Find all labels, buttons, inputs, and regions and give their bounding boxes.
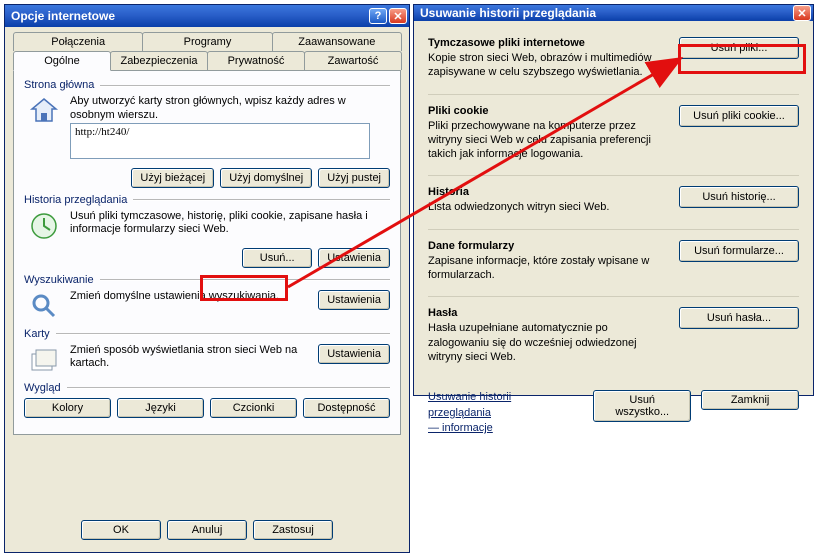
tabs-settings-button[interactable]: Ustawienia: [318, 344, 390, 364]
history-settings-button[interactable]: Ustawienia: [318, 248, 390, 268]
home-address-input[interactable]: [70, 123, 370, 159]
use-current-button[interactable]: Użyj bieżącej: [131, 168, 214, 188]
close-dialog-button[interactable]: Zamknij: [701, 390, 799, 410]
close-button[interactable]: ✕: [389, 8, 407, 24]
form-data-heading: Dane formularzy: [428, 240, 667, 252]
general-tab-panel: Strona główna Aby utworzyć karty stron g…: [13, 70, 401, 435]
history-desc: Usuń pliki tymczasowe, historię, pliki c…: [70, 210, 390, 242]
delete-history-button[interactable]: Usuń historię...: [679, 186, 799, 208]
home-icon: [28, 95, 60, 127]
tab-privacy[interactable]: Prywatność: [207, 51, 305, 70]
appearance-group-label: Wygląd: [24, 382, 61, 394]
tab-security[interactable]: Zabezpieczenia: [110, 51, 208, 70]
temp-files-desc: Kopie stron sieci Web, obrazów i multime…: [428, 51, 667, 80]
help-button[interactable]: ?: [369, 8, 387, 24]
tabs-desc: Zmień sposób wyświetlania stron sieci We…: [70, 344, 308, 376]
search-icon: [28, 290, 60, 322]
about-link-2[interactable]: — informacje: [428, 422, 493, 434]
history-delete-button[interactable]: Usuń...: [242, 248, 312, 268]
passwords-desc: Hasła uzupełniane automatycznie po zalog…: [428, 321, 667, 364]
delete-history-title: Usuwanie historii przeglądania: [420, 6, 791, 20]
accessibility-button[interactable]: Dostępność: [303, 398, 390, 418]
delete-history-dialog: Usuwanie historii przeglądania ✕ Tymczas…: [413, 4, 814, 396]
fonts-button[interactable]: Czcionki: [210, 398, 297, 418]
delete-cookies-button[interactable]: Usuń pliki cookie...: [679, 105, 799, 127]
history-heading: Historia: [428, 186, 667, 198]
search-settings-button[interactable]: Ustawienia: [318, 290, 390, 310]
tab-programs[interactable]: Programy: [142, 32, 272, 51]
temp-files-heading: Tymczasowe pliki internetowe: [428, 37, 667, 49]
internet-options-title: Opcje internetowe: [11, 9, 367, 23]
internet-options-dialog: Opcje internetowe ? ✕ Połączenia Program…: [4, 4, 410, 553]
history-desc2: Lista odwiedzonych witryn sieci Web.: [428, 200, 667, 214]
ok-button[interactable]: OK: [81, 520, 161, 540]
tab-general[interactable]: Ogólne: [13, 51, 111, 71]
search-desc: Zmień domyślne ustawienia wyszukiwania.: [70, 290, 308, 322]
home-group-label: Strona główna: [24, 79, 94, 91]
delete-forms-button[interactable]: Usuń formularze...: [679, 240, 799, 262]
history-group-label: Historia przeglądania: [24, 194, 127, 206]
use-blank-button[interactable]: Użyj pustej: [318, 168, 390, 188]
form-data-desc: Zapisane informacje, które zostały wpisa…: [428, 254, 667, 283]
delete-history-titlebar[interactable]: Usuwanie historii przeglądania ✕: [414, 5, 813, 21]
about-link-1[interactable]: Usuwanie historii przeglądania: [428, 391, 511, 418]
search-group-label: Wyszukiwanie: [24, 274, 94, 286]
cookies-desc: Pliki przechowywane na komputerze przez …: [428, 119, 667, 162]
delete-files-button[interactable]: Usuń pliki...: [679, 37, 799, 59]
colors-button[interactable]: Kolory: [24, 398, 111, 418]
passwords-heading: Hasła: [428, 307, 667, 319]
delete-history-close-button[interactable]: ✕: [793, 5, 811, 21]
use-default-button[interactable]: Użyj domyślnej: [220, 168, 312, 188]
apply-button[interactable]: Zastosuj: [253, 520, 333, 540]
internet-options-titlebar[interactable]: Opcje internetowe ? ✕: [5, 5, 409, 27]
tab-content[interactable]: Zawartość: [304, 51, 402, 70]
delete-all-button[interactable]: Usuń wszystko...: [593, 390, 691, 422]
tab-advanced[interactable]: Zaawansowane: [272, 32, 402, 51]
tabs-icon: [28, 344, 60, 376]
cancel-button[interactable]: Anuluj: [167, 520, 247, 540]
tab-connections[interactable]: Połączenia: [13, 32, 143, 51]
cookies-heading: Pliki cookie: [428, 105, 667, 117]
delete-passwords-button[interactable]: Usuń hasła...: [679, 307, 799, 329]
home-desc: Aby utworzyć karty stron głównych, wpisz…: [70, 95, 390, 123]
languages-button[interactable]: Języki: [117, 398, 204, 418]
history-icon: [28, 210, 60, 242]
tabs-group-label: Karty: [24, 328, 50, 340]
